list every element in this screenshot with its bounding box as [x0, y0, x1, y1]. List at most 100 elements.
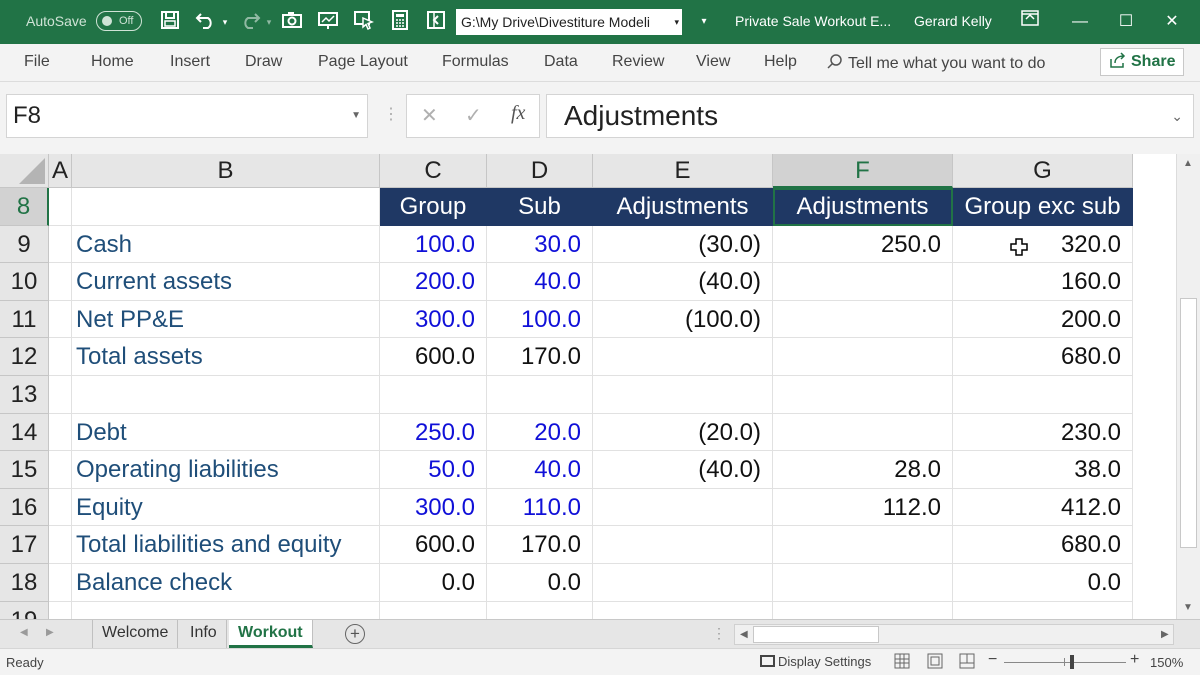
tab-splitter-icon[interactable]: ⋮ [712, 625, 726, 642]
cell-c19[interactable] [380, 601, 487, 619]
scroll-right-icon[interactable]: ▶ [1161, 629, 1169, 640]
cell-g14[interactable]: 230.0 [953, 413, 1133, 452]
cell-g11[interactable]: 200.0 [953, 300, 1133, 339]
row-header-11[interactable]: 11 [0, 300, 49, 339]
column-header-c[interactable]: C [380, 154, 487, 188]
column-header-e[interactable]: E [593, 154, 773, 188]
cell-f19[interactable] [773, 601, 953, 619]
cell-a14[interactable] [49, 413, 72, 452]
row-header-12[interactable]: 12 [0, 338, 49, 376]
cell-g18[interactable]: 0.0 [953, 564, 1133, 602]
cell-d11[interactable]: 100.0 [487, 300, 593, 339]
cell-g13[interactable] [953, 376, 1133, 414]
cell-a17[interactable] [49, 526, 72, 564]
cell-g16[interactable]: 412.0 [953, 488, 1133, 527]
ribbon-display-icon[interactable] [1016, 8, 1044, 36]
row-header-16[interactable]: 16 [0, 488, 49, 527]
tab-page-layout[interactable]: Page Layout [318, 53, 408, 71]
cell-d10[interactable]: 40.0 [487, 263, 593, 301]
cell-c15[interactable]: 50.0 [380, 451, 487, 489]
redo-dropdown-icon[interactable]: ▾ [264, 10, 274, 34]
vertical-scrollbar[interactable]: ▲ ▼ [1176, 154, 1200, 619]
cell-f9[interactable]: 250.0 [773, 225, 953, 264]
cell-b19[interactable] [72, 601, 380, 619]
cell-c12[interactable]: 600.0 [380, 338, 487, 376]
cell-e18[interactable] [593, 564, 773, 602]
close-icon[interactable]: ✕ [1158, 8, 1186, 36]
cell-a13[interactable] [49, 376, 72, 414]
cell-b9[interactable]: Cash [72, 225, 380, 264]
cell-c8[interactable]: Group [380, 188, 487, 226]
cell-b12[interactable]: Total assets [72, 338, 380, 376]
cancel-icon[interactable]: ✕ [421, 103, 438, 128]
user-name[interactable]: Gerard Kelly [914, 13, 992, 29]
cell-e13[interactable] [593, 376, 773, 414]
cell-b8[interactable] [72, 188, 380, 226]
row-header-13[interactable]: 13 [0, 376, 49, 414]
cell-f14[interactable] [773, 413, 953, 452]
cell-a12[interactable] [49, 338, 72, 376]
cell-a10[interactable] [49, 263, 72, 301]
scroll-up-icon[interactable]: ▲ [1183, 158, 1193, 169]
cell-a18[interactable] [49, 564, 72, 602]
tab-file[interactable]: File [24, 53, 50, 71]
cell-b10[interactable]: Current assets [72, 263, 380, 301]
zoom-out-icon[interactable]: − [988, 651, 997, 669]
column-header-f[interactable]: F [773, 154, 953, 188]
cell-d14[interactable]: 20.0 [487, 413, 593, 452]
row-header-15[interactable]: 15 [0, 451, 49, 489]
horizontal-scroll-thumb[interactable] [753, 626, 879, 643]
cell-a9[interactable] [49, 225, 72, 264]
cell-f15[interactable]: 28.0 [773, 451, 953, 489]
cell-f12[interactable] [773, 338, 953, 376]
cell-b13[interactable] [72, 376, 380, 414]
tell-me-search[interactable]: Tell me what you want to do [826, 53, 1045, 73]
chevron-down-icon[interactable]: ▼ [351, 95, 361, 137]
file-path-box[interactable]: G:\My Drive\Divestiture Modeli ▾ [456, 9, 682, 35]
tab-view[interactable]: View [696, 53, 730, 71]
tab-home[interactable]: Home [91, 53, 134, 71]
camera-icon[interactable] [280, 10, 304, 34]
cell-c14[interactable]: 250.0 [380, 413, 487, 452]
cell-e15[interactable]: (40.0) [593, 451, 773, 489]
cell-c17[interactable]: 600.0 [380, 526, 487, 564]
row-header-10[interactable]: 10 [0, 263, 49, 301]
cell-e14[interactable]: (20.0) [593, 413, 773, 452]
cell-g8[interactable]: Group exc sub [953, 188, 1133, 226]
zoom-slider-knob[interactable] [1070, 655, 1074, 669]
page-layout-view-icon[interactable] [926, 653, 944, 671]
row-header-18[interactable]: 18 [0, 564, 49, 602]
pointer-icon[interactable] [352, 10, 376, 34]
cell-e19[interactable] [593, 601, 773, 619]
cell-b11[interactable]: Net PP&E [72, 300, 380, 339]
cell-e12[interactable] [593, 338, 773, 376]
add-sheet-icon[interactable]: + [345, 624, 365, 644]
insert-function-icon[interactable]: fx [511, 102, 525, 125]
save-icon[interactable] [158, 10, 182, 34]
cell-f18[interactable] [773, 564, 953, 602]
cell-c13[interactable] [380, 376, 487, 414]
tab-data[interactable]: Data [544, 53, 578, 71]
row-header-17[interactable]: 17 [0, 526, 49, 564]
cell-e10[interactable]: (40.0) [593, 263, 773, 301]
cell-f8[interactable]: Adjustments [773, 188, 953, 226]
cell-b14[interactable]: Debt [72, 413, 380, 452]
cell-a19[interactable] [49, 601, 72, 619]
cell-d16[interactable]: 110.0 [487, 488, 593, 527]
zoom-in-icon[interactable]: + [1130, 651, 1139, 669]
normal-view-icon[interactable] [893, 653, 911, 671]
tab-draw[interactable]: Draw [245, 53, 282, 71]
vertical-scroll-thumb[interactable] [1180, 298, 1197, 548]
cell-f16[interactable]: 112.0 [773, 488, 953, 527]
tab-help[interactable]: Help [764, 53, 797, 71]
expand-formula-bar-icon[interactable]: ⌄ [1171, 95, 1183, 137]
cell-d12[interactable]: 170.0 [487, 338, 593, 376]
cell-b15[interactable]: Operating liabilities [72, 451, 380, 489]
row-header-9[interactable]: 9 [0, 225, 49, 264]
cell-f13[interactable] [773, 376, 953, 414]
formula-bar-splitter-icon[interactable]: ⋮ [383, 104, 399, 124]
zoom-level[interactable]: 150% [1150, 655, 1183, 670]
column-header-a[interactable]: A [49, 154, 72, 188]
cell-e11[interactable]: (100.0) [593, 300, 773, 339]
select-all-button[interactable] [0, 154, 49, 188]
